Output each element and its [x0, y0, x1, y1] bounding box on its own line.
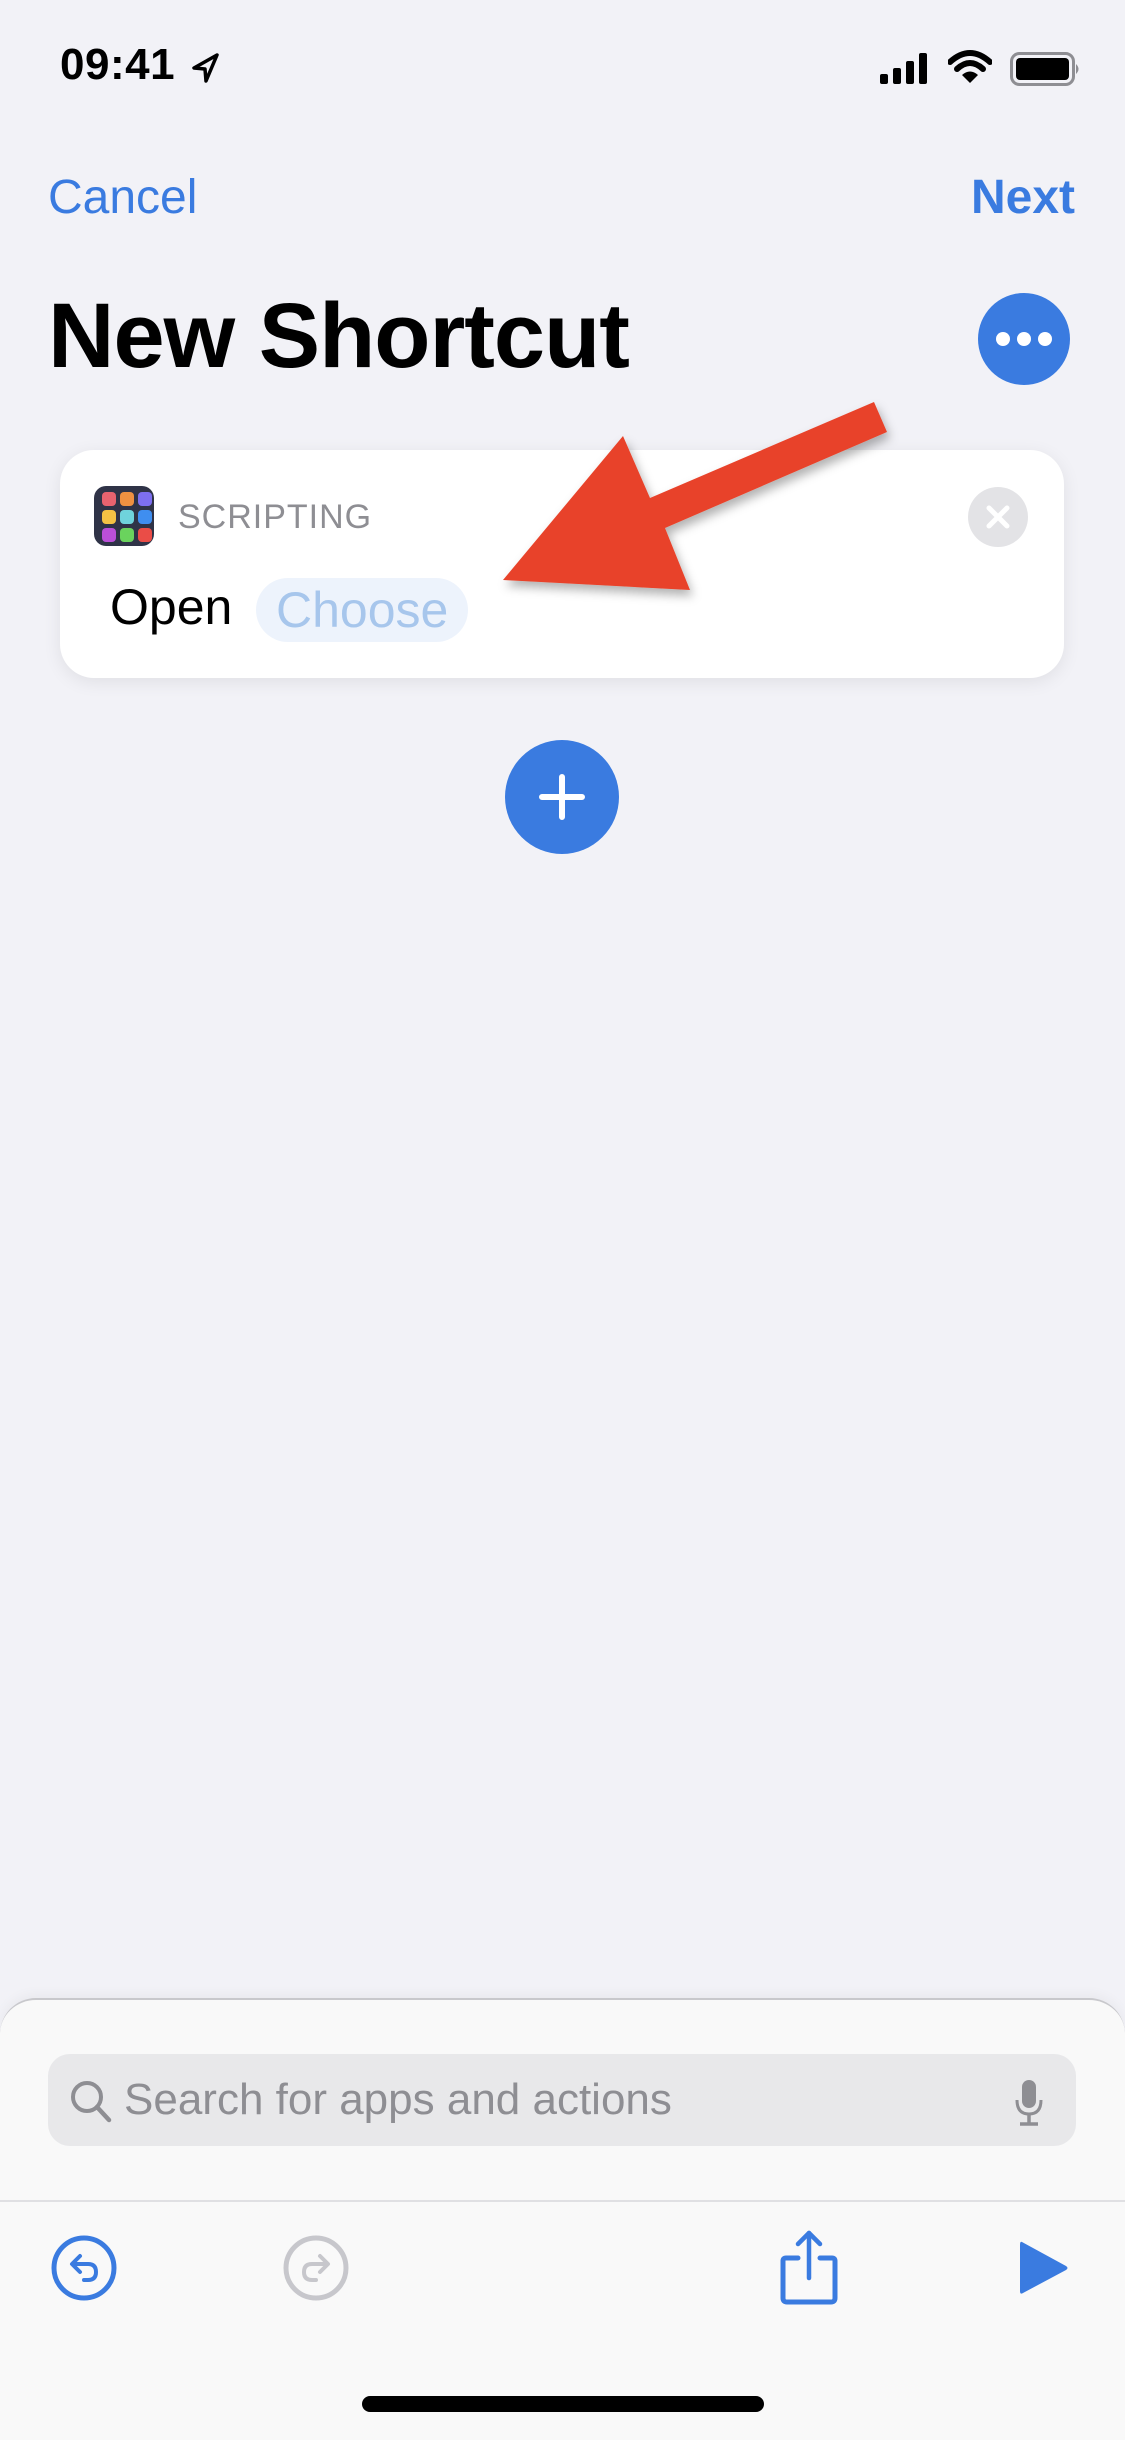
- app-icon-tile: [138, 510, 152, 524]
- close-icon: [986, 505, 1010, 529]
- app-icon-tile: [102, 492, 116, 506]
- undo-icon: [51, 2235, 117, 2301]
- cancel-button[interactable]: Cancel: [48, 170, 197, 225]
- play-icon: [1020, 2241, 1068, 2294]
- scripting-grid-icon: [94, 486, 154, 546]
- app-icon-tile: [120, 492, 134, 506]
- ellipsis-icon-dot: [1017, 332, 1031, 346]
- app-icon-tile: [102, 510, 116, 524]
- app-icon-tile: [138, 528, 152, 542]
- red-arrow-annotation: [503, 402, 887, 590]
- action-verb-label: Open: [110, 579, 233, 635]
- share-icon: [780, 2230, 838, 2305]
- ellipsis-icon: [996, 332, 1010, 346]
- location-arrow-icon: [192, 53, 219, 83]
- battery-full-icon: [1010, 52, 1079, 86]
- next-button[interactable]: Next: [971, 170, 1075, 225]
- remove-action-button[interactable]: [968, 487, 1028, 547]
- status-time: 09:41: [60, 40, 176, 89]
- toolbar-divider: [0, 2200, 1125, 2202]
- app-icon-tile: [138, 492, 152, 506]
- microphone-icon[interactable]: [1014, 2078, 1044, 2128]
- plus-icon: [539, 774, 585, 820]
- page-title: New Shortcut: [48, 285, 630, 387]
- more-options-button[interactable]: [978, 293, 1070, 385]
- home-indicator: [362, 2396, 764, 2412]
- add-action-button[interactable]: [505, 740, 619, 854]
- app-icon-tile: [120, 528, 134, 542]
- undo-button[interactable]: [50, 2234, 118, 2302]
- redo-button[interactable]: [282, 2234, 350, 2302]
- redo-icon: [283, 2235, 349, 2301]
- app-icon-tile: [102, 528, 116, 542]
- search-input[interactable]: [124, 2054, 984, 2146]
- share-button[interactable]: [778, 2228, 840, 2306]
- choose-app-parameter[interactable]: Choose: [256, 578, 469, 642]
- wifi-icon: [948, 50, 992, 83]
- app-icon-tile: [120, 510, 134, 524]
- run-shortcut-button[interactable]: [1016, 2238, 1072, 2298]
- magnifying-glass-icon: [71, 2081, 112, 2123]
- cellular-signal-icon: [880, 53, 927, 84]
- action-category-label: SCRIPTING: [178, 498, 373, 536]
- ellipsis-icon-dot: [1038, 332, 1052, 346]
